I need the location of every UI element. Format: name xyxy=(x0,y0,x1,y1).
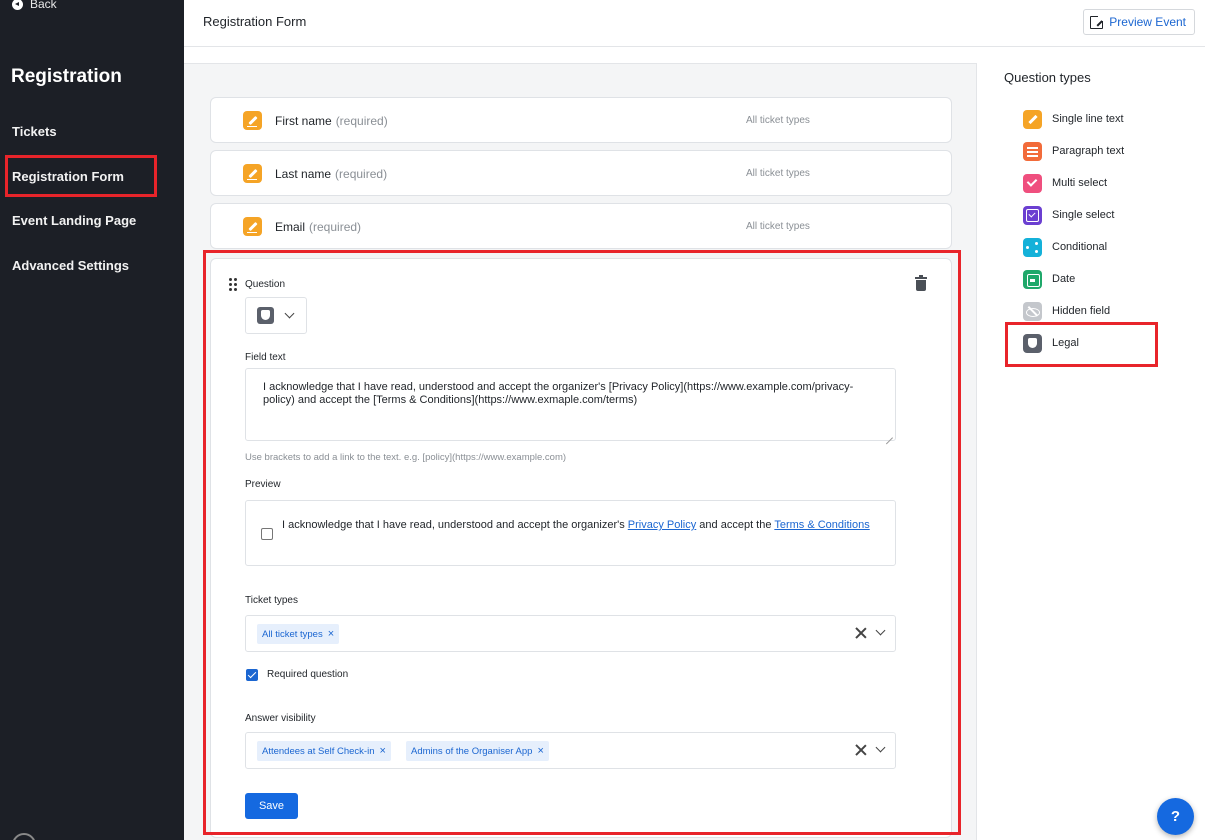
branch-icon xyxy=(1023,237,1042,257)
question-type-label: Hidden field xyxy=(1052,305,1111,317)
required-question-checkbox[interactable] xyxy=(246,669,258,681)
sidebar: Back Registration Tickets Registration F… xyxy=(0,0,184,840)
question-type-date[interactable]: Date xyxy=(1023,269,1075,289)
clear-icon[interactable] xyxy=(855,744,867,756)
drag-handle-icon[interactable] xyxy=(229,278,237,291)
sidebar-title: Registration xyxy=(11,66,122,87)
field-text-input[interactable]: I acknowledge that I have read, understo… xyxy=(245,368,896,441)
question-type-hidden-field[interactable]: Hidden field xyxy=(1023,301,1110,321)
clear-icon[interactable] xyxy=(855,627,867,639)
answer-visibility-label: Answer visibility xyxy=(245,713,316,724)
field-text-label: Field text xyxy=(245,352,286,363)
pencil-icon xyxy=(1023,109,1042,129)
required-question-label: Required question xyxy=(267,669,349,680)
field-ticket-types: All ticket types xyxy=(746,221,810,232)
answer-visibility-select[interactable]: Attendees at Self Check-in × Admins of th… xyxy=(245,732,896,769)
question-type-label: Paragraph text xyxy=(1052,145,1125,157)
checkbox-icon xyxy=(1023,205,1042,225)
remove-chip-icon[interactable]: × xyxy=(537,745,543,757)
preview-event-button[interactable]: Preview Event xyxy=(1083,9,1195,35)
header: Registration Form Preview Event xyxy=(184,0,1205,47)
question-type-paragraph-text[interactable]: Paragraph text xyxy=(1023,141,1124,161)
question-type-select[interactable] xyxy=(245,297,307,334)
preview-text: I acknowledge that I have read, understo… xyxy=(282,519,870,531)
back-arrow-icon xyxy=(12,0,23,10)
back-label: Back xyxy=(30,0,57,11)
user-avatar-icon[interactable] xyxy=(12,833,36,840)
question-type-single-select[interactable]: Single select xyxy=(1023,205,1114,225)
ticket-types-select[interactable]: All ticket types × xyxy=(245,615,896,652)
question-types-title: Question types xyxy=(1004,70,1091,85)
ticket-type-chip: All ticket types × xyxy=(257,624,340,644)
sidebar-item-advanced-settings[interactable]: Advanced Settings xyxy=(12,258,129,273)
top-strip xyxy=(184,48,977,64)
terms-conditions-link[interactable]: Terms & Conditions xyxy=(774,519,869,531)
privacy-policy-link[interactable]: Privacy Policy xyxy=(628,519,696,531)
pencil-icon xyxy=(243,111,262,130)
page-title: Registration Form xyxy=(203,14,307,29)
pencil-icon xyxy=(243,164,262,183)
annotation-highlight-sidebar xyxy=(5,155,157,197)
trash-icon[interactable] xyxy=(915,275,927,291)
pencil-icon xyxy=(243,217,262,236)
calendar-icon xyxy=(1023,269,1042,289)
remove-chip-icon[interactable]: × xyxy=(328,628,334,640)
field-card-first-name[interactable]: First name (required) All ticket types xyxy=(210,97,952,143)
help-button[interactable]: ? xyxy=(1157,798,1194,835)
question-type-label: Single line text xyxy=(1052,113,1124,125)
field-label: Email (required) xyxy=(275,220,362,234)
multi-check-icon xyxy=(1023,173,1042,193)
question-editor: Question Field text I acknowledge that I… xyxy=(210,258,952,838)
question-types-panel: Question types Single line text Paragrap… xyxy=(978,48,1205,840)
question-type-conditional[interactable]: Conditional xyxy=(1023,237,1107,257)
preview-event-label: Preview Event xyxy=(1109,15,1186,29)
question-type-single-line-text[interactable]: Single line text xyxy=(1023,109,1124,129)
field-label: Last name (required) xyxy=(275,167,388,181)
visibility-chip: Admins of the Organiser App × xyxy=(406,741,549,761)
preview-box: I acknowledge that I have read, understo… xyxy=(245,500,896,566)
ticket-types-label: Ticket types xyxy=(245,595,298,606)
question-label: Question xyxy=(245,279,286,290)
paragraph-icon xyxy=(1023,141,1042,161)
question-type-label: Multi select xyxy=(1052,177,1108,189)
save-button[interactable]: Save xyxy=(245,793,298,819)
question-type-label: Conditional xyxy=(1052,241,1108,253)
eye-off-icon xyxy=(1023,301,1042,321)
visibility-chip: Attendees at Self Check-in × xyxy=(257,741,391,761)
resize-handle-icon[interactable] xyxy=(886,431,893,438)
chevron-down-icon[interactable] xyxy=(875,742,886,753)
annotation-highlight-legal xyxy=(1005,322,1158,367)
form-builder: First name (required) All ticket types La… xyxy=(184,48,977,840)
field-ticket-types: All ticket types xyxy=(746,168,810,179)
question-type-label: Date xyxy=(1052,273,1076,285)
question-type-label: Single select xyxy=(1052,209,1115,221)
field-label: First name (required) xyxy=(275,114,388,128)
sidebar-item-tickets[interactable]: Tickets xyxy=(12,124,57,139)
preview-checkbox[interactable] xyxy=(261,528,273,540)
question-type-multi-select[interactable]: Multi select xyxy=(1023,173,1107,193)
chevron-down-icon xyxy=(284,308,295,319)
back-link[interactable]: Back xyxy=(12,0,57,11)
field-card-last-name[interactable]: Last name (required) All ticket types xyxy=(210,150,952,196)
shield-icon xyxy=(257,307,274,324)
sidebar-item-event-landing-page[interactable]: Event Landing Page xyxy=(12,213,136,228)
field-ticket-types: All ticket types xyxy=(746,115,810,126)
field-card-email[interactable]: Email (required) All ticket types xyxy=(210,203,952,249)
field-text-hint: Use brackets to add a link to the text. … xyxy=(245,452,567,463)
remove-chip-icon[interactable]: × xyxy=(379,745,385,757)
chevron-down-icon[interactable] xyxy=(875,625,886,636)
external-link-icon xyxy=(1090,14,1105,29)
preview-label: Preview xyxy=(245,479,281,490)
